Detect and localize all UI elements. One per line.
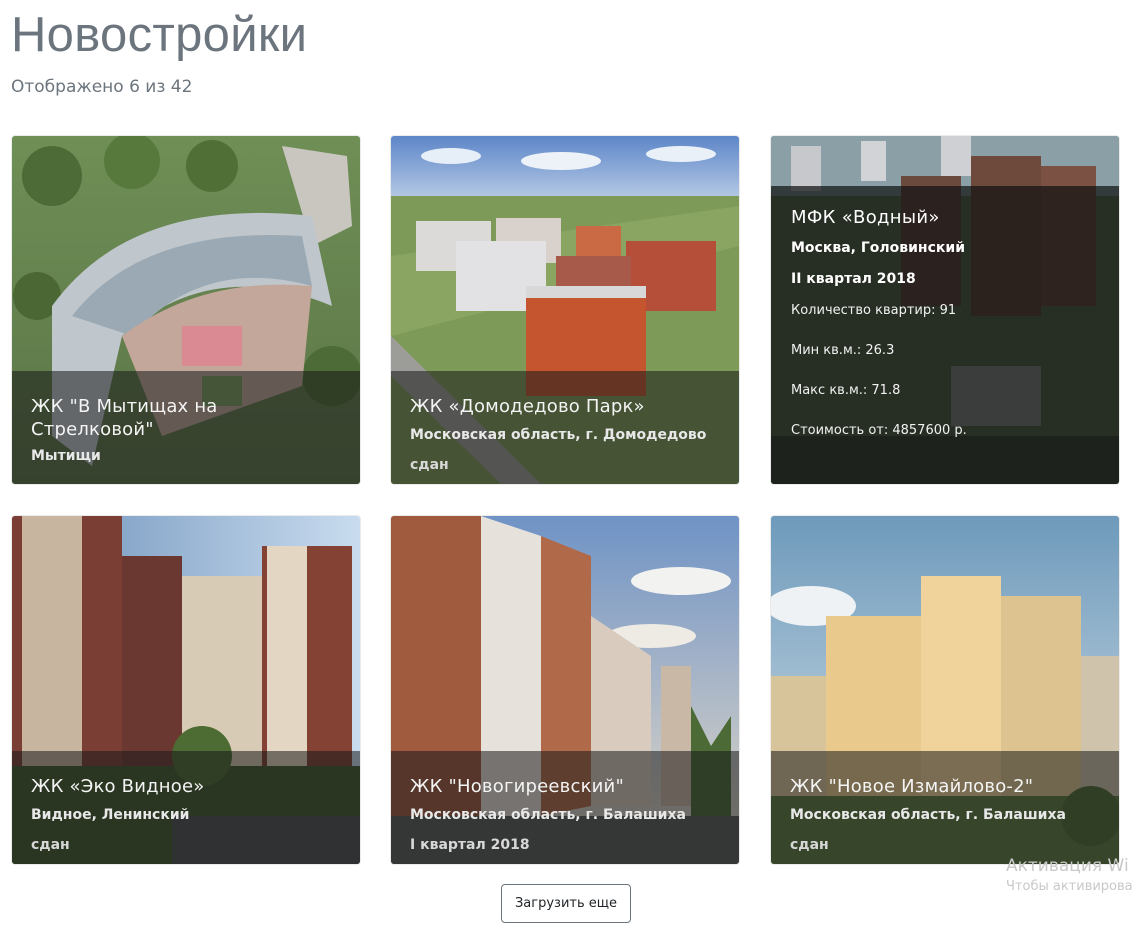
card-title[interactable]: ЖК «Домодедово Парк» bbox=[410, 395, 720, 418]
page-title: Новостройки bbox=[11, 8, 308, 62]
results-counter: Отображено 6 из 42 bbox=[11, 77, 193, 97]
card-location: Москва, Головинский bbox=[791, 240, 966, 256]
card-location: Московская область, г. Балашиха bbox=[410, 807, 686, 823]
card-location: Мытищи bbox=[31, 448, 101, 464]
card-info-overlay: ЖК «Домодедово Парк» Московская область,… bbox=[391, 371, 739, 484]
watermark-title: Активация Wi bbox=[1006, 856, 1129, 876]
card-location: Московская область, г. Домодедово bbox=[410, 427, 707, 443]
card-title[interactable]: ЖК "Новое Измайлово-2" bbox=[790, 775, 1100, 798]
card-status: сдан bbox=[410, 457, 449, 473]
card-info-overlay: ЖК «Эко Видное» Видное, Ленинский сдан bbox=[12, 751, 360, 864]
card-location: Видное, Ленинский bbox=[31, 807, 190, 823]
card-title[interactable]: ЖК "Новогиреевский" bbox=[410, 775, 720, 798]
card-info-overlay: ЖК "Новое Измайлово-2" Московская област… bbox=[771, 751, 1119, 864]
complex-card-mytishchi[interactable]: ЖК "В Мытищах на Стрелковой" Мытищи bbox=[12, 136, 360, 484]
load-more-button[interactable]: Загрузить еще bbox=[501, 884, 631, 923]
card-info-overlay: ЖК "В Мытищах на Стрелковой" Мытищи bbox=[12, 371, 360, 484]
card-title[interactable]: ЖК «Эко Видное» bbox=[31, 775, 341, 798]
card-status: сдан bbox=[31, 837, 70, 853]
windows-activation-watermark: Активация Wi Чтобы активирова bbox=[1006, 855, 1133, 896]
card-info-overlay: ЖК "Новогиреевский" Московская область, … bbox=[391, 751, 739, 864]
complex-card-vodny[interactable]: МФК «Водный» Москва, Головинский II квар… bbox=[771, 136, 1119, 484]
complex-detail-panel: МФК «Водный» Москва, Головинский II квар… bbox=[771, 186, 1119, 484]
card-completion-quarter: II квартал 2018 bbox=[791, 271, 916, 287]
card-title[interactable]: МФК «Водный» bbox=[791, 206, 1099, 230]
card-status: сдан bbox=[790, 837, 829, 853]
watermark-subtitle: Чтобы активирова bbox=[1006, 879, 1133, 894]
price-from: Стоимость от: 4857600 р. bbox=[791, 423, 967, 438]
card-location: Московская область, г. Балашиха bbox=[790, 807, 1066, 823]
card-status: I квартал 2018 bbox=[410, 837, 530, 853]
complex-card-domodedovo[interactable]: ЖК «Домодедово Парк» Московская область,… bbox=[391, 136, 739, 484]
complex-card-novogireevsky[interactable]: ЖК "Новогиреевский" Московская область, … bbox=[391, 516, 739, 864]
min-area: Мин кв.м.: 26.3 bbox=[791, 343, 895, 358]
card-title[interactable]: ЖК "В Мытищах на Стрелковой" bbox=[31, 395, 341, 441]
max-area: Макс кв.м.: 71.8 bbox=[791, 383, 901, 398]
apartments-count: Количество квартир: 91 bbox=[791, 303, 957, 318]
complex-card-eko-vidnoe[interactable]: ЖК «Эко Видное» Видное, Ленинский сдан bbox=[12, 516, 360, 864]
complex-card-novoe-izmaylovo-2[interactable]: ЖК "Новое Измайлово-2" Московская област… bbox=[771, 516, 1119, 864]
